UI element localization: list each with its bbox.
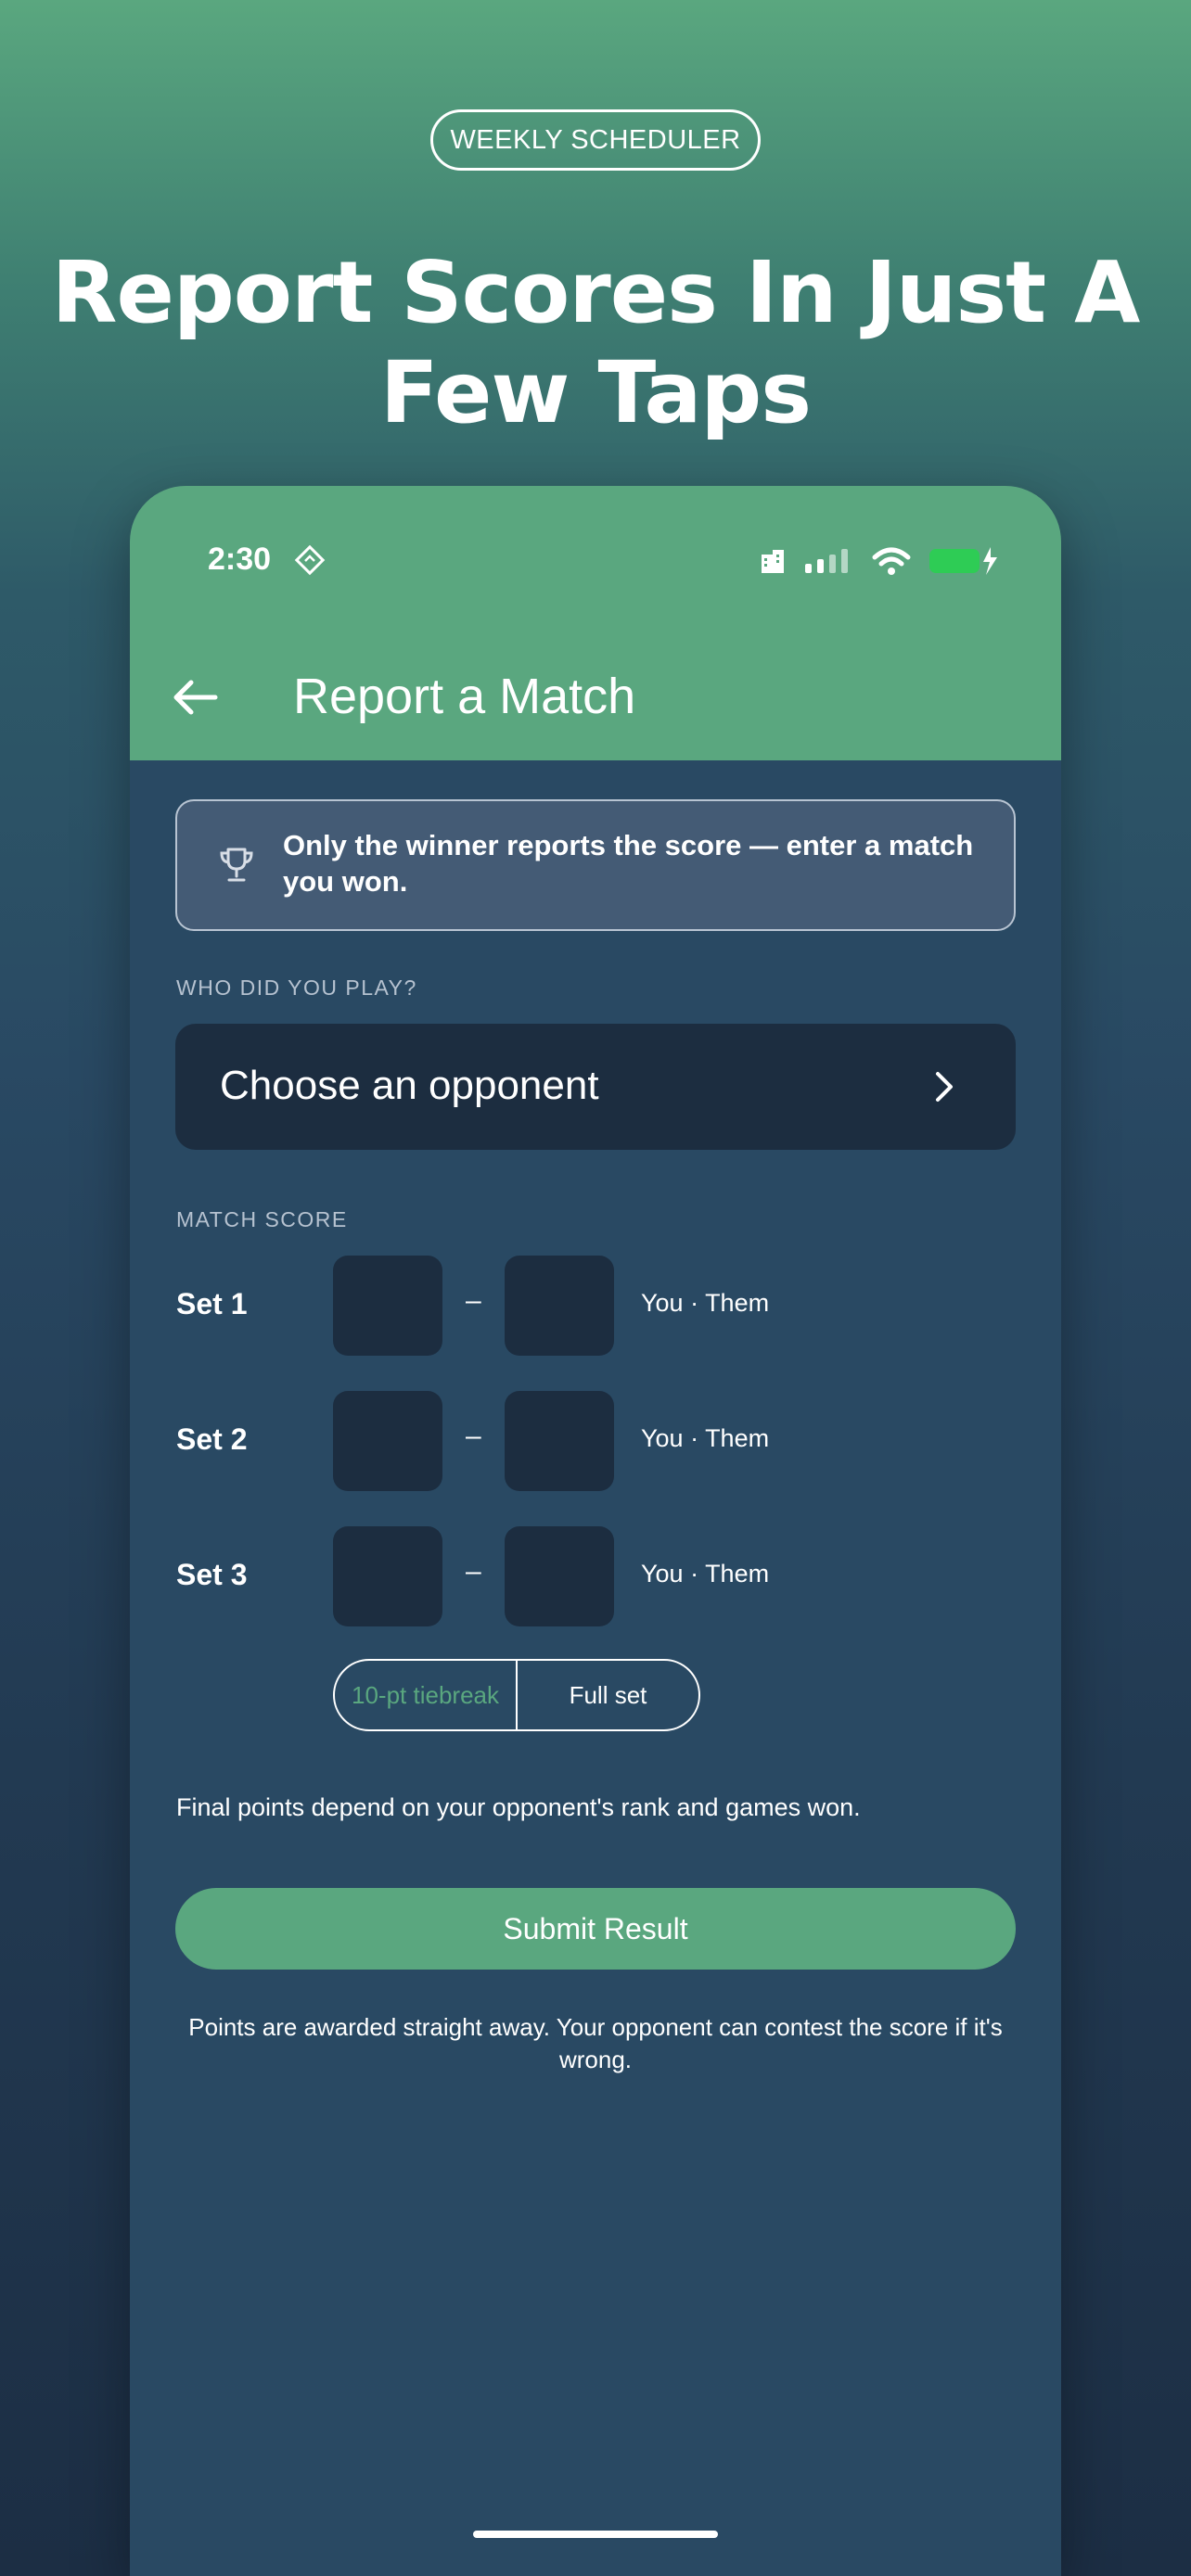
set-1-your-score-input[interactable] <box>333 1256 442 1356</box>
status-time: 2:30 <box>208 542 272 577</box>
points-note: Final points depend on your opponent's r… <box>176 1793 861 1821</box>
battery-charging-icon <box>929 547 997 575</box>
toggle-option-full-set[interactable]: Full set <box>518 1661 698 1729</box>
signal-icon <box>805 549 848 573</box>
set-label: Set 2 <box>176 1422 248 1456</box>
promo-badge: WEEKLY SCHEDULER <box>430 109 761 171</box>
set-2-their-score-input[interactable] <box>505 1391 614 1491</box>
trophy-icon <box>220 848 253 882</box>
notice-text: Only the winner reports the score — ente… <box>283 829 974 898</box>
promo-headline: Report Scores In Just A Few Taps <box>51 243 1141 442</box>
score-dash: – <box>466 1421 481 1451</box>
set-3-your-score-input[interactable] <box>333 1526 442 1626</box>
back-arrow-icon[interactable] <box>171 677 219 718</box>
status-icons <box>759 545 1000 577</box>
toggle-option-tiebreak[interactable]: 10-pt tiebreak <box>335 1661 518 1729</box>
building-icon <box>762 550 784 573</box>
opponent-placeholder: Choose an opponent <box>220 1063 599 1108</box>
set-1-their-score-input[interactable] <box>505 1256 614 1356</box>
third-set-format-toggle: 10-pt tiebreak Full set <box>333 1659 700 1731</box>
score-hint: You · Them <box>641 1289 770 1317</box>
phone-screen: 2:30 Report a Match Only the winner repo… <box>130 486 1061 2576</box>
score-hint: You · Them <box>641 1560 770 1588</box>
set-label: Set 3 <box>176 1558 248 1591</box>
score-dash: – <box>466 1285 481 1316</box>
opponent-section-label: WHO DID YOU PLAY? <box>176 976 417 1000</box>
home-indicator[interactable] <box>473 2531 718 2538</box>
score-dash: – <box>466 1556 481 1587</box>
set-row-3: Set 3 – You · Them <box>130 1526 1061 1628</box>
set-row-1: Set 1 – You · Them <box>130 1256 1061 1358</box>
score-section-label: MATCH SCORE <box>176 1207 348 1231</box>
set-3-their-score-input[interactable] <box>505 1526 614 1626</box>
score-hint: You · Them <box>641 1424 770 1452</box>
status-bar: 2:30 <box>130 486 1061 634</box>
app-bar: Report a Match <box>130 634 1061 760</box>
choose-opponent-button[interactable]: Choose an opponent <box>175 1024 1016 1150</box>
chevron-right-icon <box>936 1072 953 1102</box>
set-row-2: Set 2 – You · Them <box>130 1391 1061 1493</box>
submit-result-button[interactable]: Submit Result <box>175 1888 1016 1970</box>
set-label: Set 1 <box>176 1287 248 1320</box>
wifi-icon <box>872 547 911 575</box>
set-2-your-score-input[interactable] <box>333 1391 442 1491</box>
page-title: Report a Match <box>293 669 636 724</box>
footer-note: Points are awarded straight away. Your o… <box>188 2013 1003 2073</box>
winner-notice: Only the winner reports the score — ente… <box>175 799 1016 931</box>
location-diamond-icon <box>294 544 326 576</box>
